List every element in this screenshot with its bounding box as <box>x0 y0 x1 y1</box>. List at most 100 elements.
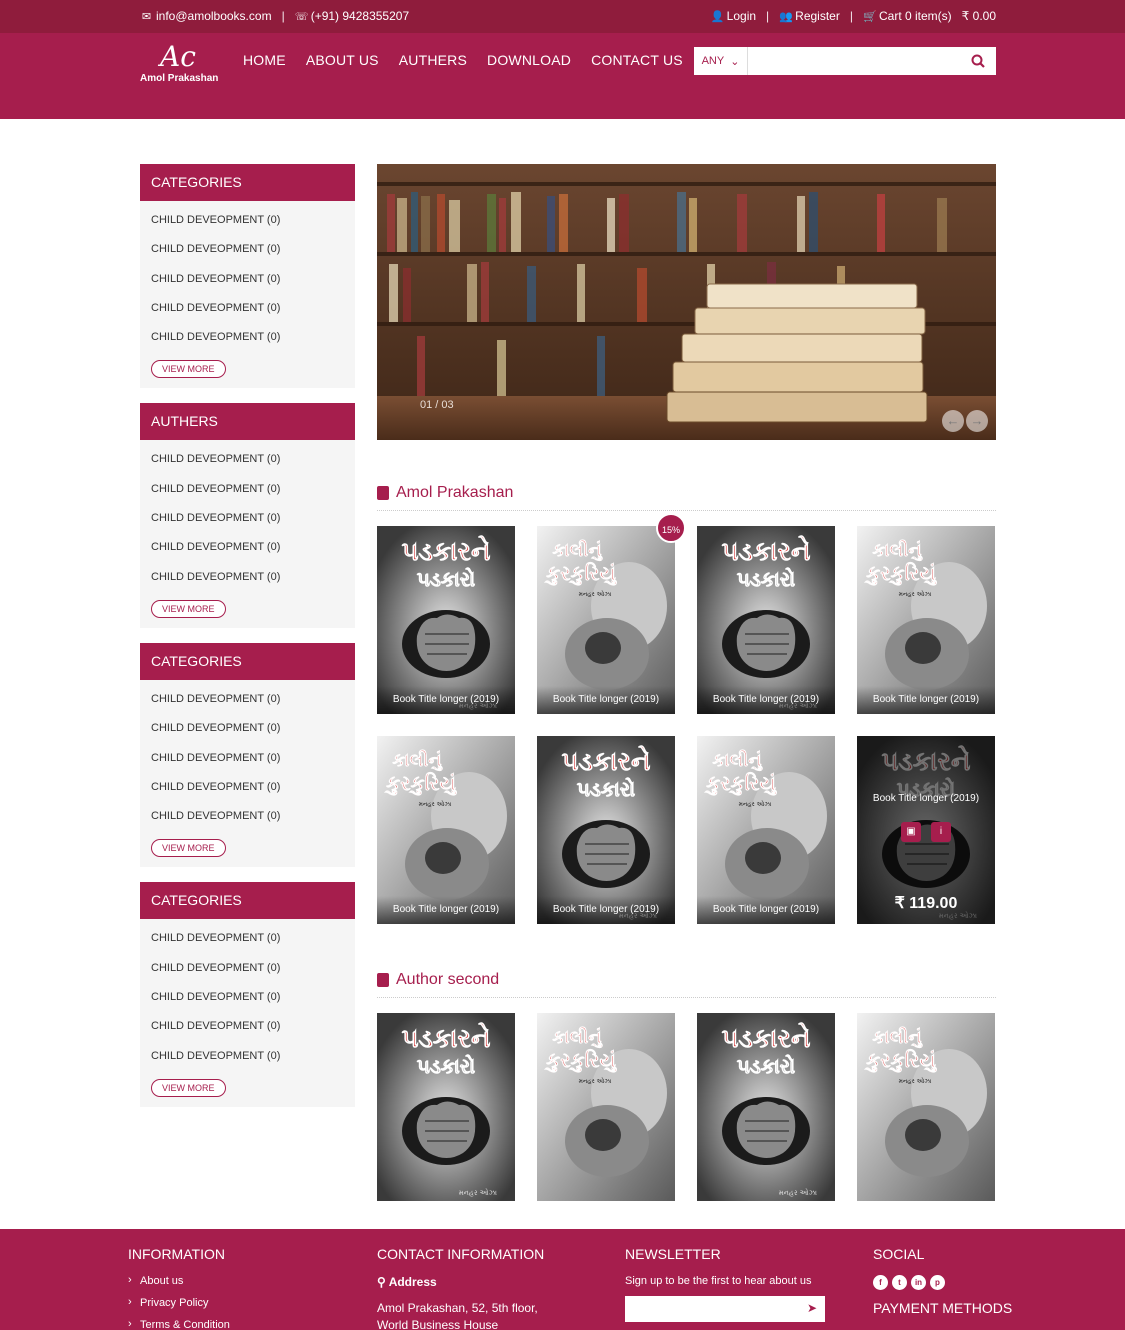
nav-about-us[interactable]: ABOUT US <box>306 52 379 68</box>
slider-prev-button[interactable]: ← <box>942 410 964 432</box>
svg-text:કાલીનું: કાલીનું <box>712 749 762 771</box>
slider-next-button[interactable]: → <box>966 410 988 432</box>
sidebar-item[interactable]: CHILD DEVEOPMENT (0) <box>151 751 344 780</box>
footer-heading: CONTACT INFORMATION <box>377 1246 545 1262</box>
book-card[interactable]: કાલીનું કુરકુરિયું મનહર ઓઝા Book Title l… <box>377 736 515 924</box>
book-card[interactable]: પડકારને પડકારો મનહર ઓઝા Book Title longe… <box>857 736 995 924</box>
sidebar: CATEGORIES CHILD DEVEOPMENT (0) CHILD DE… <box>140 164 355 1122</box>
book-card[interactable]: કાલીનું કુરકુરિયું મનહર ઓઝા Book Title l… <box>697 736 835 924</box>
svg-text:પડકારો: પડકારો <box>577 777 635 801</box>
nav-download[interactable]: DOWNLOAD <box>487 52 571 68</box>
register-link[interactable]: 👥 Register <box>779 9 840 23</box>
footer-link-about[interactable]: About us <box>128 1274 230 1297</box>
search-category-select[interactable]: ANY ⌄ <box>694 47 748 75</box>
svg-text:મનહર ઓઝા: મનહર ઓઝા <box>779 1188 818 1197</box>
sidebar-item[interactable]: CHILD DEVEOPMENT (0) <box>151 482 344 511</box>
hero-slider: 01 / 03 ← → <box>377 164 996 440</box>
sidebar-item[interactable]: CHILD DEVEOPMENT (0) <box>151 570 344 599</box>
svg-text:કાલીનું: કાલીનું <box>552 1026 602 1048</box>
separator: | <box>849 9 853 23</box>
header: Ac Amol Prakashan HOME ABOUT US AUTHERS … <box>0 33 1125 119</box>
login-link[interactable]: 👤 Login <box>711 9 756 23</box>
bag-icon[interactable]: ▣ <box>901 822 921 842</box>
linkedin-icon[interactable]: in <box>911 1275 926 1290</box>
book-card[interactable]: કાલીનું કુરકુરિયું મનહર ઓઝા <box>857 1013 995 1201</box>
book-title-caption: Book Title longer (2019) <box>857 686 995 714</box>
book-card[interactable]: પડકારને પડકારો મનહર ઓઝા <box>697 1013 835 1201</box>
footer-newsletter: NEWSLETTER Sign up to be the first to he… <box>625 1246 825 1322</box>
sidebar-item[interactable]: CHILD DEVEOPMENT (0) <box>151 511 344 540</box>
sidebar-item[interactable]: CHILD DEVEOPMENT (0) <box>151 780 344 809</box>
book-cover-image: કાલીનું કુરકુરિયું મનહર ઓઝા <box>857 1013 995 1201</box>
sidebar-item[interactable]: CHILD DEVEOPMENT (0) <box>151 990 344 1019</box>
cart-link[interactable]: 🛒 Cart 0 item(s) <box>863 9 952 23</box>
sidebar-item[interactable]: CHILD DEVEOPMENT (0) <box>151 272 344 301</box>
book-hover-overlay: Book Title longer (2019) ▣ i ₹ 119.00 <box>857 736 995 924</box>
email-text[interactable]: info@amolbooks.com <box>156 9 272 23</box>
view-more-button[interactable]: VIEW MORE <box>151 599 226 618</box>
info-icon[interactable]: i <box>931 822 951 842</box>
sidebar-item[interactable]: CHILD DEVEOPMENT (0) <box>151 242 344 271</box>
newsletter-email-input[interactable]: ➤ <box>625 1296 825 1322</box>
twitter-icon[interactable]: t <box>892 1275 907 1290</box>
svg-text:મનહર ઓઝા: મનહર ઓઝા <box>579 1077 612 1085</box>
sidebar-item[interactable]: CHILD DEVEOPMENT (0) <box>151 692 344 721</box>
sidebar-item[interactable]: CHILD DEVEOPMENT (0) <box>151 961 344 990</box>
book-card[interactable]: પડકારને પડકારો મનહર ઓઝા Book Title longe… <box>377 526 515 714</box>
mail-icon: ✉ <box>141 11 152 23</box>
sidebar-item[interactable]: CHILD DEVEOPMENT (0) <box>151 540 344 569</box>
phone-link[interactable]: ☏ (+91) 9428355207 <box>295 9 409 23</box>
book-card[interactable]: પડકારને પડકારો મનહર ઓઝા <box>377 1013 515 1201</box>
footer-link-terms[interactable]: Terms & Condition <box>128 1318 230 1330</box>
sidebar-item[interactable]: CHILD DEVEOPMENT (0) <box>151 721 344 750</box>
nav-contact-us[interactable]: CONTACT US <box>591 52 683 68</box>
pinterest-icon[interactable]: p <box>930 1275 945 1290</box>
logo-mark: Ac <box>160 40 196 73</box>
book-card[interactable]: કાલીનું કુરકુરિયું મનહર ઓઝા <box>537 1013 675 1201</box>
svg-text:પડકારને: પડકારને <box>722 536 811 567</box>
book-title-caption: Book Title longer (2019) <box>377 686 515 714</box>
facebook-icon[interactable]: f <box>873 1275 888 1290</box>
book-icon <box>377 486 389 500</box>
svg-text:પડકારને: પડકારને <box>722 1023 811 1054</box>
logo[interactable]: Ac Amol Prakashan <box>140 40 220 85</box>
email-link[interactable]: ✉ info@amolbooks.com <box>140 9 272 23</box>
sidebar-item[interactable]: CHILD DEVEOPMENT (0) <box>151 1019 344 1048</box>
send-icon[interactable]: ➤ <box>807 1301 817 1315</box>
section-title-author-second: Author second <box>377 971 499 989</box>
footer-link-privacy[interactable]: Privacy Policy <box>128 1296 230 1319</box>
sidebar-item[interactable]: CHILD DEVEOPMENT (0) <box>151 301 344 330</box>
footer-heading: SOCIAL <box>873 1246 925 1262</box>
svg-text:મનહર ઓઝા: મનહર ઓઝા <box>459 1188 498 1197</box>
newsletter-text: Sign up to be the first to hear about us <box>625 1275 812 1287</box>
separator: | <box>281 9 285 23</box>
svg-text:પડકારો: પડકારો <box>417 1054 475 1078</box>
view-more-button[interactable]: VIEW MORE <box>151 839 226 858</box>
book-icon <box>377 973 389 987</box>
book-card[interactable]: પડકારને પડકારો મનહર ઓઝા Book Title longe… <box>697 526 835 714</box>
nav-home[interactable]: HOME <box>243 52 286 68</box>
search-icon <box>971 54 985 68</box>
view-more-button[interactable]: VIEW MORE <box>151 360 226 379</box>
sidebar-item[interactable]: CHILD DEVEOPMENT (0) <box>151 809 344 838</box>
logo-name: Amol Prakashan <box>140 73 219 84</box>
search-button[interactable] <box>960 47 996 75</box>
location-pin-icon: ⚲ <box>377 1275 386 1289</box>
sidebar-item[interactable]: CHILD DEVEOPMENT (0) <box>151 330 344 359</box>
book-card[interactable]: કાલીનું કુરકુરિયું મનહર ઓઝા Book Title l… <box>537 526 675 714</box>
library-books-image <box>377 164 996 440</box>
sidebar-item[interactable]: CHILD DEVEOPMENT (0) <box>151 931 344 960</box>
section-divider <box>377 510 996 511</box>
book-cover-image: કાલીનું કુરકુરિયું મનહર ઓઝા <box>537 1013 675 1201</box>
sidebar-item[interactable]: CHILD DEVEOPMENT (0) <box>151 452 344 481</box>
footer-contact: CONTACT INFORMATION ⚲ Address Amol Praka… <box>377 1246 544 1330</box>
book-card[interactable]: પડકારને પડકારો મનહર ઓઝા Book Title longe… <box>537 736 675 924</box>
sidebar-item[interactable]: CHILD DEVEOPMENT (0) <box>151 213 344 242</box>
footer-information: INFORMATION About us Privacy Policy Term… <box>128 1246 230 1330</box>
book-card[interactable]: કાલીનું કુરકુરિયું મનહર ઓઝા Book Title l… <box>857 526 995 714</box>
view-more-button[interactable]: VIEW MORE <box>151 1078 226 1097</box>
nav-authers[interactable]: AUTHERS <box>399 52 467 68</box>
search-input[interactable] <box>748 47 960 75</box>
svg-text:મનહર ઓઝા: મનહર ઓઝા <box>579 590 612 598</box>
sidebar-item[interactable]: CHILD DEVEOPMENT (0) <box>151 1049 344 1078</box>
